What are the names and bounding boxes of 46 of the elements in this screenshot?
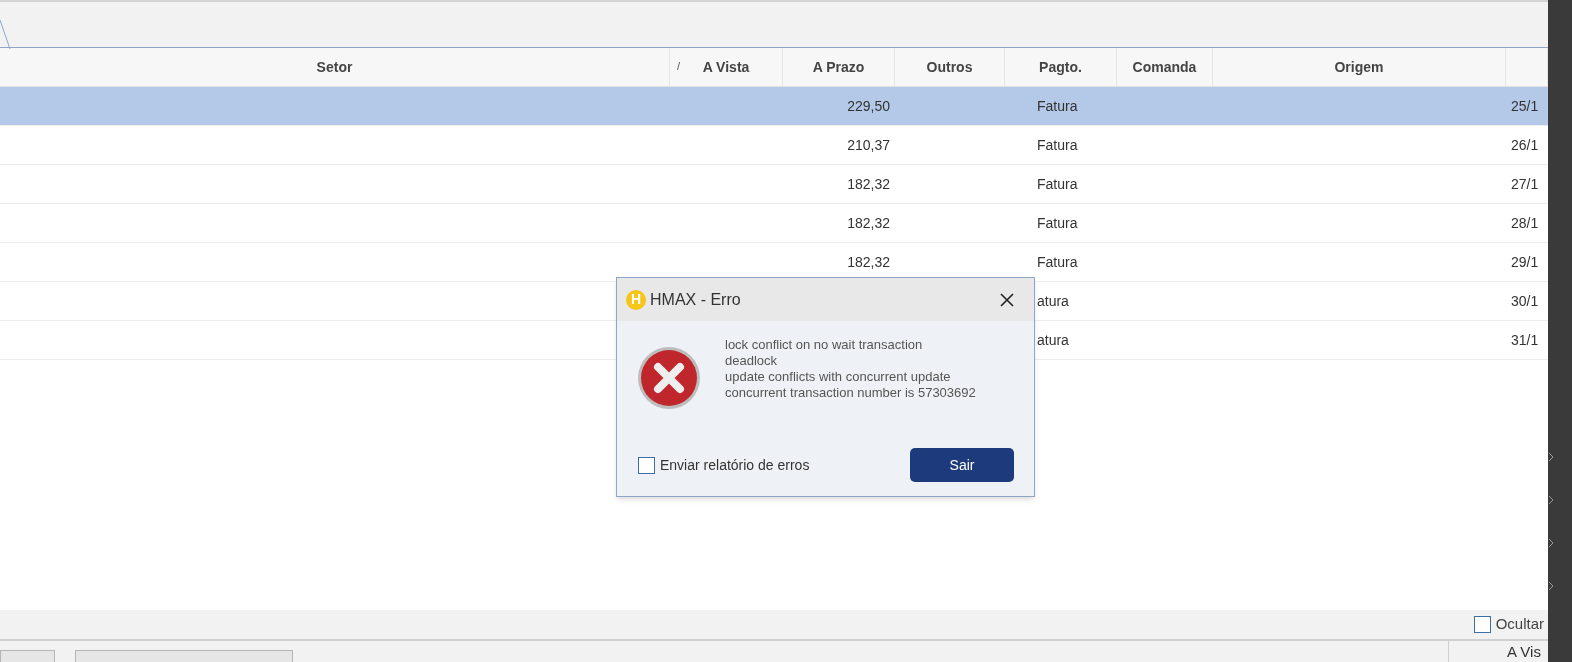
checkbox-label: Ocultar [1495,614,1544,635]
table-cell-text: Fatura [1037,135,1078,155]
table-cell-text: 210,37 [847,135,890,155]
checkbox[interactable] [638,456,655,474]
column-header[interactable]: Origem [1334,56,1384,78]
table-cell-text: Fatura [1037,213,1078,233]
column-header[interactable]: Comanda [1132,56,1197,78]
table-cell-text: 25/1 [1511,96,1539,116]
dialog-title: HMAX - Erro [650,289,741,310]
table-cell-text: atura [1037,291,1069,311]
column-header[interactable]: A Prazo [812,56,865,78]
column-header[interactable]: Pagto. [1039,56,1082,78]
chevron-icon [1548,538,1554,548]
error-message: concurrent transaction number is 57303692 [725,385,976,401]
table-cell-text: Fatura [1037,252,1078,272]
table-cell-text: atura [1037,330,1069,350]
chevron-icon [1548,581,1554,591]
error-message: lock conflict on no wait transaction [725,337,924,353]
table-cell-text: Fatura [1037,174,1078,194]
table-cell-text: 28/1 [1511,213,1539,233]
table-cell-text: 182,32 [847,252,890,272]
checkbox-label: Enviar relatório de erros [660,455,810,475]
table-cell-text: 27/1 [1511,174,1539,194]
error-icon [637,346,701,410]
table-cell-text: 182,32 [847,213,890,233]
table-cell-text: Fatura [1037,96,1078,116]
table-cell-text: 31/1 [1511,330,1539,350]
table-row[interactable]: 229,50 Fatura 25/1 [0,87,1548,126]
table-cell-text: 229,50 [847,96,890,116]
column-header: A Vis [1507,642,1541,662]
chevron-icon [1548,452,1554,462]
column-header[interactable]: A Vista [702,56,750,78]
column-header[interactable]: Outros [926,56,973,78]
error-message: update conflicts with concurrent update [725,369,952,385]
checkbox[interactable] [1473,616,1491,633]
chevron-icon [1548,495,1554,505]
table-cell-text: 30/1 [1511,291,1539,311]
app-logo: H [626,289,646,310]
tab-edge-icon [0,20,14,50]
column-header[interactable]: Setor [316,56,353,78]
table-cell-text: 29/1 [1511,252,1539,272]
close-icon[interactable] [1000,292,1014,307]
table-cell-text: 26/1 [1511,135,1539,155]
sort-mark: / [677,59,681,74]
exit-button[interactable]: Sair [910,448,1014,482]
table-cell-text: 182,32 [847,174,890,194]
